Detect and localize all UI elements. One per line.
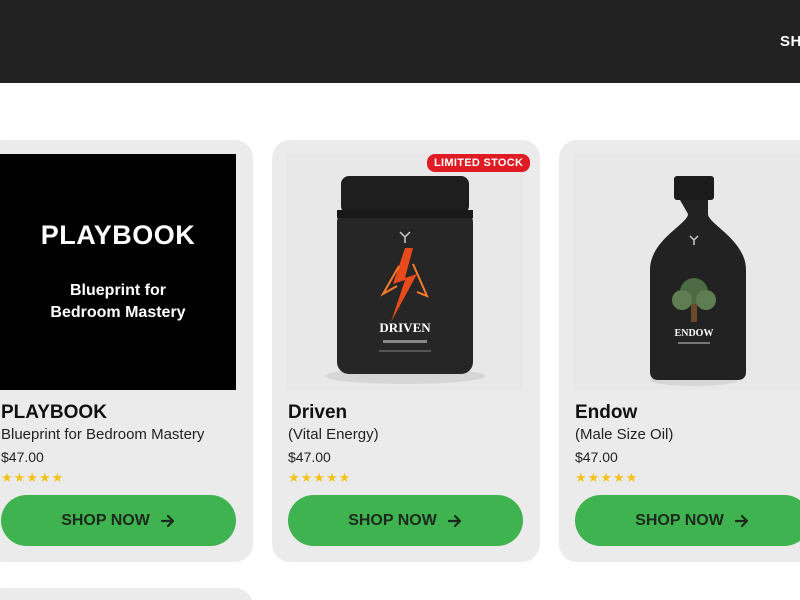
rating-stars: ★★★★★	[575, 470, 639, 485]
endow-bottle-image: ENDOW	[650, 176, 746, 386]
shop-now-label: SHOP NOW	[348, 511, 437, 529]
product-image-endow[interactable]: ENDOW	[574, 154, 800, 390]
shop-now-button[interactable]: SHOP NOW	[575, 495, 800, 546]
product-price: $47.00	[1, 449, 44, 465]
nav-shop-link[interactable]: SH	[780, 33, 800, 50]
arrow-right-icon	[734, 514, 748, 527]
limited-stock-badge: LIMITED STOCK	[427, 154, 531, 172]
shop-now-button[interactable]: SHOP NOW	[288, 495, 523, 546]
product-description: (Vital Energy)	[288, 426, 379, 443]
product-image-driven[interactable]: DRIVEN	[287, 154, 523, 390]
product-name[interactable]: PLAYBOOK	[1, 402, 107, 424]
playbook-image-title: PLAYBOOK	[40, 220, 196, 250]
product-price: $47.00	[575, 449, 618, 465]
product-description: (Male Size Oil)	[575, 426, 674, 443]
product-card-endow: ENDOW Endow (Male Size Oil) $47.00 ★★★★★…	[559, 140, 800, 562]
endow-bottle-label: ENDOW	[675, 328, 714, 339]
product-card-next-row	[0, 588, 253, 600]
arrow-right-icon	[160, 514, 174, 527]
shop-now-button[interactable]: SHOP NOW	[1, 495, 236, 546]
product-name[interactable]: Endow	[575, 402, 637, 424]
product-name[interactable]: Driven	[288, 402, 347, 424]
shop-now-label: SHOP NOW	[635, 511, 724, 529]
site-header: SH	[0, 0, 800, 83]
playbook-image-subtitle: Blueprint for Bedroom Mastery	[0, 280, 236, 324]
product-card-playbook: PLAYBOOK Blueprint for Bedroom Mastery P…	[0, 140, 253, 562]
driven-jar-image: DRIVEN	[325, 176, 485, 384]
driven-jar-label: DRIVEN	[379, 320, 431, 335]
rating-stars: ★★★★★	[1, 470, 65, 485]
product-price: $47.00	[288, 449, 331, 465]
product-description: Blueprint for Bedroom Mastery	[1, 426, 205, 443]
product-card-driven: LIMITED STOCK DRIVEN Driven (Vital Energ…	[272, 140, 540, 562]
rating-stars: ★★★★★	[288, 470, 352, 485]
playbook-image-subtitle-line1: Blueprint for	[70, 282, 166, 299]
arrow-right-icon	[447, 514, 461, 527]
shop-now-label: SHOP NOW	[61, 511, 150, 529]
playbook-image-subtitle-line2: Bedroom Mastery	[50, 304, 186, 321]
product-image-playbook[interactable]: PLAYBOOK Blueprint for Bedroom Mastery	[0, 154, 236, 390]
